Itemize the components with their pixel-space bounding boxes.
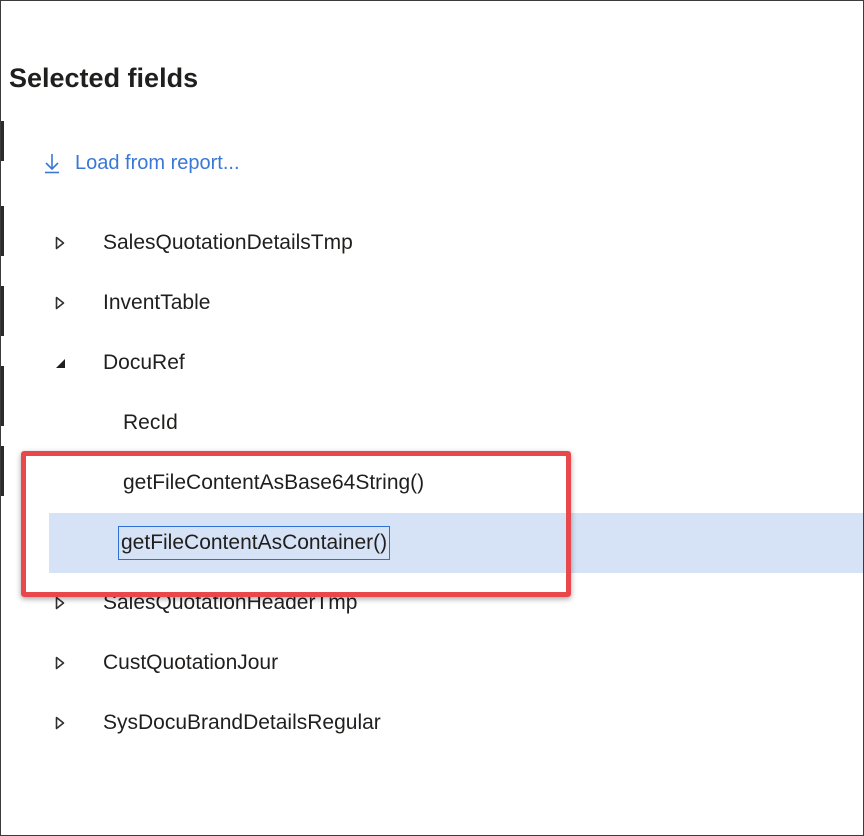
caret-right-icon[interactable] [53, 655, 67, 671]
tree-node-docuref[interactable]: DocuRef [1, 333, 863, 393]
tree-node-salesquotationdetailstmp[interactable]: SalesQuotationDetailsTmp [1, 213, 863, 273]
tree-node-inventtable[interactable]: InventTable [1, 273, 863, 333]
field-tree: SalesQuotationDetailsTmp InventTable Doc… [1, 213, 863, 753]
caret-right-icon[interactable] [53, 715, 67, 731]
tree-node-salesquotationheadertmp[interactable]: SalesQuotationHeaderTmp [1, 573, 863, 633]
page-title: Selected fields [9, 63, 199, 93]
tree-node-label: InventTable [103, 291, 211, 314]
tree-node-getfilecontentascontainer[interactable]: getFileContentAsContainer() [49, 513, 863, 573]
tree-node-sysdocubranddetailsregular[interactable]: SysDocuBrandDetailsRegular [1, 693, 863, 753]
load-from-report-link[interactable]: Load from report... [43, 149, 240, 177]
left-edge-mark [1, 121, 4, 161]
tree-node-label: getFileContentAsBase64String() [123, 471, 425, 494]
tree-node-label: getFileContentAsContainer() [117, 526, 391, 560]
caret-right-icon[interactable] [53, 595, 67, 611]
tree-node-label: RecId [123, 411, 178, 434]
selected-fields-panel: Selected fields Load from report... Sale… [0, 0, 864, 836]
arrow-down-icon [45, 154, 59, 174]
tree-node-custquotationjour[interactable]: CustQuotationJour [1, 633, 863, 693]
tree-node-label: CustQuotationJour [103, 651, 279, 674]
tree-node-recid[interactable]: RecId [1, 393, 863, 453]
tree-node-getfilecontentasbase64string[interactable]: getFileContentAsBase64String() [1, 453, 863, 513]
caret-down-icon[interactable] [53, 355, 67, 371]
caret-right-icon[interactable] [53, 295, 67, 311]
tree-node-label: SysDocuBrandDetailsRegular [103, 711, 381, 734]
caret-right-icon[interactable] [53, 235, 67, 251]
tree-node-label: DocuRef [103, 351, 185, 374]
tree-node-label: SalesQuotationHeaderTmp [103, 591, 358, 614]
load-from-report-label: Load from report... [75, 151, 240, 174]
tree-node-label: SalesQuotationDetailsTmp [103, 231, 353, 254]
